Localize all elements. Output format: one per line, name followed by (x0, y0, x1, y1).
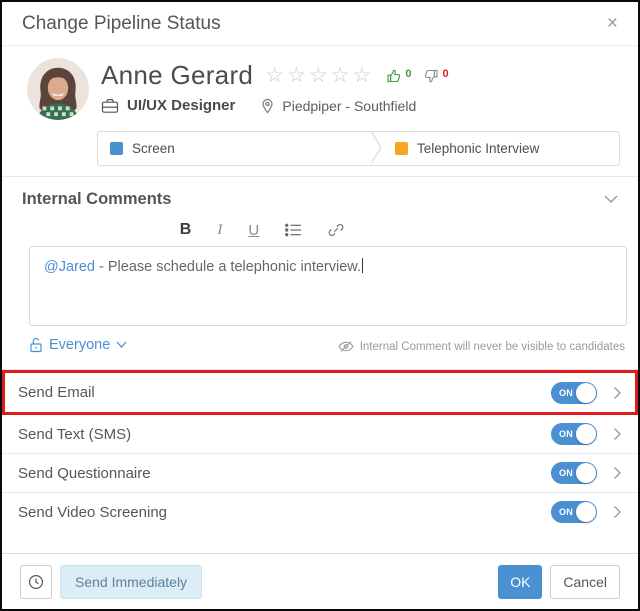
schedule-send-button[interactable] (20, 565, 52, 599)
candidate-profile-section: Anne Gerard ☆☆☆☆☆ 0 (2, 46, 638, 176)
thumbs-up-icon (386, 68, 402, 84)
underline-button[interactable]: U (248, 223, 259, 238)
modal-header: Change Pipeline Status × (2, 2, 638, 46)
star-rating[interactable]: ☆☆☆☆☆ (265, 65, 374, 86)
stage-label: Telephonic Interview (417, 141, 539, 156)
editor-toolbar: B I U (180, 222, 344, 238)
send-sms-row[interactable]: Send Text (SMS) ON (2, 415, 638, 453)
thumbs-up-group[interactable]: 0 (386, 68, 411, 84)
thumbs-up-count: 0 (405, 68, 411, 80)
action-label: Send Video Screening (18, 504, 551, 521)
privacy-note-text: Internal Comment will never be visible t… (360, 341, 625, 353)
pipeline-stage-bar: Screen Telephonic Interview (97, 131, 620, 166)
stage-label: Screen (132, 141, 175, 156)
thumbs-down-count: 0 (442, 68, 448, 80)
toggle-state: ON (559, 468, 573, 478)
send-email-toggle[interactable]: ON (551, 382, 597, 404)
visibility-label: Everyone (49, 337, 110, 353)
send-actions-list: Send Email ON Send Text (SMS) ON Send Qu… (2, 369, 638, 531)
thumbs-down-icon (423, 68, 439, 84)
send-sms-toggle[interactable]: ON (551, 423, 597, 445)
send-immediately-button[interactable]: Send Immediately (60, 565, 202, 599)
action-label: Send Email (18, 384, 551, 401)
candidate-name: Anne Gerard (101, 60, 253, 91)
link-icon[interactable] (328, 222, 344, 238)
stage-color-swatch (395, 142, 408, 155)
send-video-screening-toggle[interactable]: ON (551, 501, 597, 523)
bold-button[interactable]: B (180, 222, 192, 238)
pipeline-stage-current[interactable]: Screen (98, 132, 370, 165)
change-pipeline-status-modal: Change Pipeline Status × (0, 0, 640, 611)
cancel-button[interactable]: Cancel (550, 565, 620, 599)
clock-icon (28, 574, 44, 590)
thumbs-down-group[interactable]: 0 (423, 68, 448, 84)
stage-color-swatch (110, 142, 123, 155)
eye-slash-icon (338, 340, 354, 353)
close-icon[interactable]: × (607, 14, 618, 33)
modal-footer: Send Immediately OK Cancel (2, 553, 638, 609)
send-video-screening-row[interactable]: Send Video Screening ON (2, 492, 638, 531)
unlock-icon (29, 337, 43, 353)
comment-text: - Please schedule a telephonic interview… (95, 259, 361, 275)
location-pin-icon (261, 98, 274, 114)
location: Piedpiper - Southfield (282, 98, 416, 114)
italic-button[interactable]: I (217, 223, 222, 238)
chevron-right-icon[interactable] (613, 466, 622, 480)
toggle-knob (576, 502, 596, 522)
ok-button[interactable]: OK (498, 565, 542, 599)
visibility-dropdown[interactable]: Everyone (29, 337, 127, 353)
action-label: Send Text (SMS) (18, 426, 551, 443)
chevron-down-icon (116, 341, 127, 349)
toggle-knob (576, 424, 596, 444)
toggle-state: ON (559, 388, 573, 398)
bullet-list-icon[interactable] (285, 223, 302, 237)
internal-comments-title: Internal Comments (22, 190, 171, 209)
toggle-state: ON (559, 429, 573, 439)
job-title: UI/UX Designer (127, 97, 235, 114)
comment-textarea[interactable]: @Jared - Please schedule a telephonic in… (29, 246, 627, 326)
action-label: Send Questionnaire (18, 465, 551, 482)
internal-comments-section: Internal Comments B I U (2, 177, 638, 369)
privacy-note: Internal Comment will never be visible t… (338, 340, 625, 353)
avatar (27, 58, 89, 120)
send-questionnaire-toggle[interactable]: ON (551, 462, 597, 484)
toggle-state: ON (559, 507, 573, 517)
toggle-knob (576, 463, 596, 483)
chevron-right-icon[interactable] (613, 427, 622, 441)
toggle-knob (576, 383, 596, 403)
stage-separator-chevron (370, 132, 383, 165)
collapse-chevron-icon[interactable] (604, 195, 618, 204)
chevron-right-icon[interactable] (613, 386, 622, 400)
pipeline-stage-next[interactable]: Telephonic Interview (383, 132, 551, 165)
send-questionnaire-row[interactable]: Send Questionnaire ON (2, 453, 638, 492)
modal-title: Change Pipeline Status (22, 13, 221, 35)
send-email-row[interactable]: Send Email ON (2, 370, 638, 415)
chevron-right-icon[interactable] (613, 505, 622, 519)
text-caret (362, 258, 363, 273)
briefcase-icon (101, 98, 119, 114)
mention-link[interactable]: @Jared (44, 259, 95, 275)
